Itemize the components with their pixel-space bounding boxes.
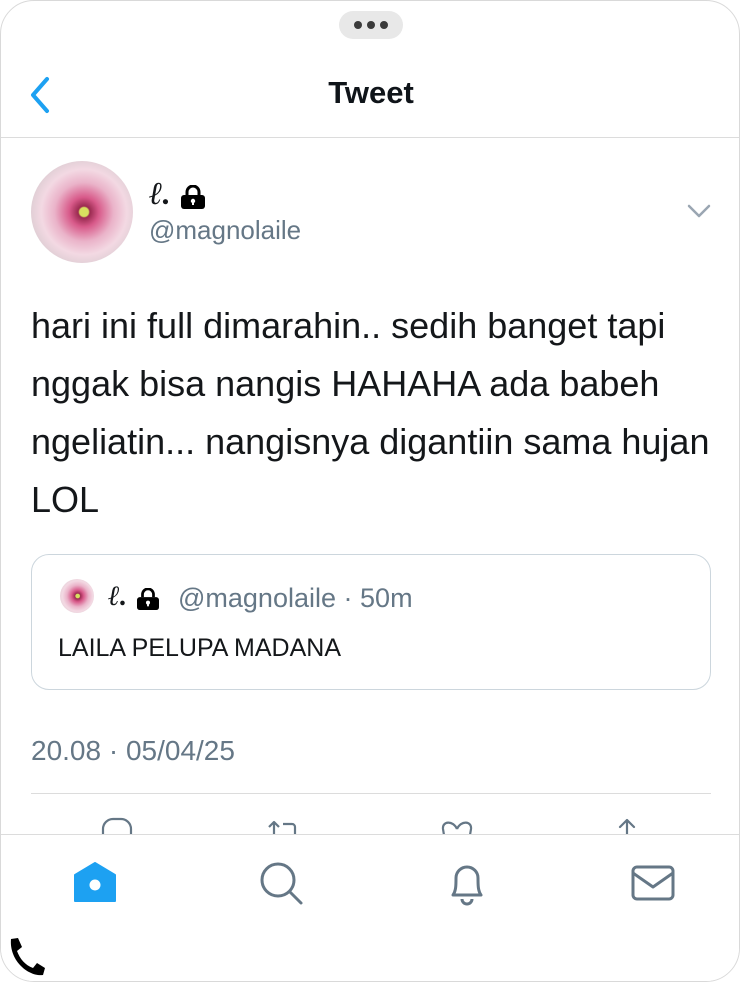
home-icon[interactable]	[71, 859, 119, 907]
user-handle[interactable]: @magnolaile	[149, 215, 301, 246]
retweet-icon[interactable]	[265, 817, 301, 835]
page-title: Tweet	[328, 75, 414, 110]
lock-icon	[180, 184, 205, 209]
avatar[interactable]	[31, 161, 133, 263]
notifications-icon[interactable]	[443, 859, 491, 907]
dot-icon	[367, 21, 375, 29]
quoted-display-name: ℓ.	[108, 579, 161, 615]
share-icon[interactable]	[609, 817, 645, 835]
phone-icon[interactable]	[5, 935, 45, 977]
search-icon[interactable]	[257, 859, 305, 907]
dot-icon	[380, 21, 388, 29]
messages-icon[interactable]	[629, 859, 677, 907]
quoted-display-name-text: ℓ.	[108, 581, 127, 612]
quoted-handle: @magnolaile	[178, 583, 336, 613]
quoted-tweet-card[interactable]: ℓ. @magnolaile · 50m LAILA PELUPA MADANA	[31, 554, 711, 690]
top-nav-bar: Tweet	[1, 51, 739, 138]
tweet-text: hari ini full dimarahin.. sedih banget t…	[31, 305, 710, 520]
divider	[31, 793, 711, 794]
quoted-age: 50m	[360, 583, 413, 613]
like-icon[interactable]	[439, 817, 475, 835]
more-options-handle[interactable]	[339, 11, 403, 39]
chevron-down-icon[interactable]	[685, 199, 713, 223]
lock-icon	[136, 587, 159, 610]
bottom-tab-bar	[1, 834, 739, 981]
reply-icon[interactable]	[99, 817, 135, 835]
dot-icon	[354, 21, 362, 29]
quoted-tweet-text: LAILA PELUPA MADANA	[58, 634, 341, 662]
display-name[interactable]: ℓ.	[149, 173, 207, 213]
display-name-text: ℓ.	[149, 175, 171, 211]
quoted-avatar	[60, 579, 94, 613]
app-window: Tweet ℓ. @magnolaile hari ini full dimar…	[0, 0, 740, 982]
tweet-timestamp: 20.08 · 05/04/25	[31, 735, 235, 766]
meta-separator: ·	[343, 583, 353, 613]
quoted-meta: @magnolaile · 50m	[178, 583, 413, 614]
